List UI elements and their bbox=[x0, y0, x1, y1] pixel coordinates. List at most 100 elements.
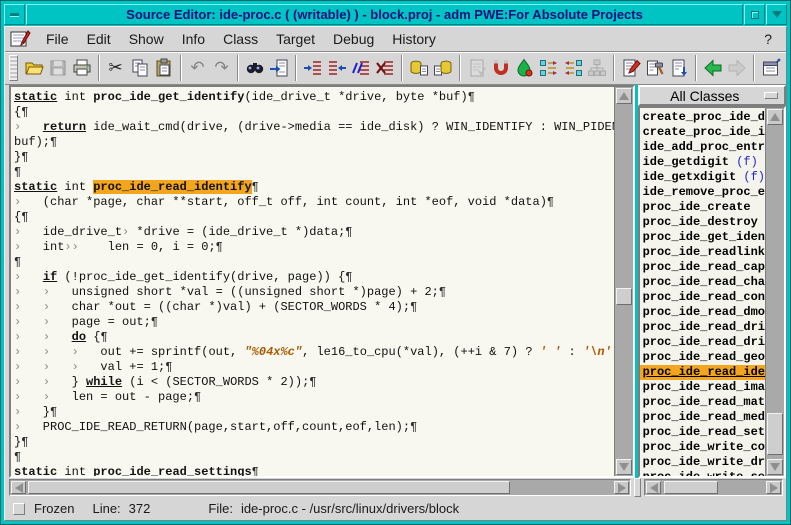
toolbar-button-cut[interactable]: ✂ bbox=[104, 55, 128, 81]
class-list-item[interactable]: proc_ide_get_iden bbox=[640, 230, 765, 245]
arrow-left-icon bbox=[15, 483, 23, 493]
class-list-item[interactable]: proc_ide_read_cha bbox=[640, 275, 765, 290]
toolbar-button-sort-right[interactable] bbox=[561, 55, 585, 81]
code-hscrollbar[interactable] bbox=[9, 479, 631, 496]
code-line: › › unsigned short *val = ((unsigned sho… bbox=[14, 285, 614, 300]
class-list-item[interactable]: ide_getxdigit (f) bbox=[640, 170, 765, 185]
menu-info[interactable]: Info bbox=[173, 29, 214, 49]
code-hscroll-thumb[interactable] bbox=[28, 481, 510, 494]
list-scroll-right-button[interactable] bbox=[766, 481, 781, 494]
class-list-item[interactable]: create_proc_ide_d bbox=[640, 110, 765, 125]
toolbar-button-comment[interactable] bbox=[349, 55, 373, 81]
class-list-item[interactable]: proc_ide_read_set bbox=[640, 425, 765, 440]
class-list-item[interactable]: proc_ide_create bbox=[640, 200, 765, 215]
code-scroll-left-button[interactable] bbox=[11, 481, 26, 494]
toolbar-button-magnet[interactable] bbox=[489, 55, 513, 81]
toolbar-button-doc-build[interactable] bbox=[643, 55, 667, 81]
toolbar-button-uncomment[interactable] bbox=[373, 55, 397, 81]
toolbar-button-save-file[interactable] bbox=[46, 55, 70, 81]
toolbar-button-indent-more[interactable] bbox=[301, 55, 325, 81]
frozen-toggle[interactable] bbox=[13, 503, 25, 515]
toolbar-button-sort-left[interactable] bbox=[537, 55, 561, 81]
code-line: › if (!proc_ide_get_identify(drive, page… bbox=[14, 270, 614, 285]
menu-file[interactable]: File bbox=[37, 29, 78, 49]
menu-history[interactable]: History bbox=[383, 29, 445, 49]
class-filter-dropdown[interactable]: All Classes bbox=[638, 85, 786, 106]
menu-show[interactable]: Show bbox=[120, 29, 173, 49]
code-scroll-up-button[interactable] bbox=[616, 88, 632, 104]
list-scroll-up-button[interactable] bbox=[767, 109, 783, 125]
maximize-icon bbox=[751, 11, 759, 19]
classes-panel: All Classes create_proc_ide_dcreate_proc… bbox=[638, 85, 786, 478]
class-list-item[interactable]: ide_getdigit (f) bbox=[640, 155, 765, 170]
toolbar-button-doc-edit[interactable] bbox=[619, 55, 643, 81]
class-list-item[interactable]: proc_ide_read_cap bbox=[640, 260, 765, 275]
class-list-item[interactable]: proc_ide_write_dr bbox=[640, 455, 765, 470]
toolbar-button-properties[interactable] bbox=[759, 55, 783, 81]
class-list-item[interactable]: proc_ide_write_co bbox=[640, 440, 765, 455]
toolbar-button-find[interactable] bbox=[243, 55, 267, 81]
list-scroll-left-button[interactable] bbox=[646, 481, 661, 494]
maximize-button[interactable] bbox=[744, 4, 765, 25]
toolbar-button-indent-less[interactable] bbox=[325, 55, 349, 81]
pane-sash[interactable] bbox=[634, 478, 641, 497]
menu-class[interactable]: Class bbox=[214, 29, 267, 49]
class-list-item[interactable]: ide_remove_proc_e bbox=[640, 185, 765, 200]
toolbar-button-paste[interactable] bbox=[152, 55, 176, 81]
list-vscrollbar[interactable] bbox=[765, 108, 784, 476]
code-vscroll-thumb[interactable] bbox=[616, 288, 632, 305]
class-list-item[interactable]: proc_ide_write_se bbox=[640, 470, 765, 476]
statusbar: Frozen Line: 372 File: ide-proc.c - /usr… bbox=[5, 497, 786, 520]
toolbar-button-redo[interactable]: ↷ bbox=[210, 55, 234, 81]
toolbar-button-copy[interactable] bbox=[128, 55, 152, 81]
class-list-item[interactable]: proc_ide_read_dri bbox=[640, 335, 765, 350]
class-list[interactable]: create_proc_ide_dcreate_proc_ide_iide_ad… bbox=[640, 108, 765, 476]
class-list-item[interactable]: proc_ide_read_dri bbox=[640, 320, 765, 335]
toolbar-button-forward[interactable] bbox=[725, 55, 749, 81]
class-list-item[interactable]: proc_ide_readlink bbox=[640, 245, 765, 260]
toolbar-button-back[interactable] bbox=[701, 55, 725, 81]
class-list-item[interactable]: proc_ide_read_ide bbox=[640, 365, 765, 380]
toolbar-button-doc-check[interactable] bbox=[465, 55, 489, 81]
menu-debug[interactable]: Debug bbox=[324, 29, 383, 49]
class-list-item[interactable]: proc_ide_read_ima bbox=[640, 380, 765, 395]
help-menu[interactable]: ? bbox=[756, 29, 780, 49]
toolbar-button-undo[interactable]: ↶ bbox=[186, 55, 210, 81]
list-hscroll-thumb[interactable] bbox=[664, 481, 718, 494]
source-editor-window: Source Editor: ide-proc.c ( (writable) )… bbox=[0, 0, 791, 525]
code-scroll-right-button[interactable] bbox=[614, 481, 629, 494]
class-list-item[interactable]: proc_ide_read_mat bbox=[640, 395, 765, 410]
toolbar-button-archive-copy[interactable] bbox=[407, 55, 431, 81]
list-vscroll-thumb[interactable] bbox=[767, 413, 783, 455]
class-list-item[interactable]: proc_ide_destroy bbox=[640, 215, 765, 230]
window-menu-button[interactable] bbox=[4, 4, 25, 25]
class-list-item[interactable]: proc_ide_read_con bbox=[640, 290, 765, 305]
menu-edit[interactable]: Edit bbox=[78, 29, 120, 49]
shade-button[interactable] bbox=[766, 4, 787, 25]
class-list-item[interactable]: create_proc_ide_i bbox=[640, 125, 765, 140]
toolbar-button-goto-line[interactable] bbox=[267, 55, 291, 81]
class-list-item[interactable]: ide_add_proc_entr bbox=[640, 140, 765, 155]
window-title: Source Editor: ide-proc.c ( (writable) )… bbox=[26, 4, 743, 25]
class-list-item[interactable]: proc_ide_read_med bbox=[640, 410, 765, 425]
list-hscrollbar[interactable] bbox=[644, 479, 783, 496]
code-scroll-down-button[interactable] bbox=[616, 459, 632, 475]
toolbar-separator bbox=[237, 55, 239, 81]
menu-target[interactable]: Target bbox=[267, 29, 324, 49]
list-scroll-down-button[interactable] bbox=[767, 459, 783, 475]
code-vscrollbar[interactable] bbox=[614, 87, 633, 476]
uncomment-icon bbox=[375, 58, 395, 78]
code-area[interactable]: static int proc_ide_get_identify(ide_dri… bbox=[11, 87, 614, 476]
class-list-item[interactable]: proc_ide_read_dmo bbox=[640, 305, 765, 320]
class-list-item[interactable]: proc_ide_read_geo bbox=[640, 350, 765, 365]
file-label: File: bbox=[208, 501, 233, 516]
toolbar-grip[interactable] bbox=[9, 55, 18, 81]
toolbar-button-water-drop[interactable] bbox=[513, 55, 537, 81]
horizontal-scroll-row bbox=[5, 478, 786, 497]
toolbar-button-hierarchy[interactable] bbox=[585, 55, 609, 81]
toolbar-button-print[interactable] bbox=[70, 55, 94, 81]
toolbar-button-archive-add[interactable] bbox=[431, 55, 455, 81]
toolbar-button-doc-down[interactable] bbox=[667, 55, 691, 81]
arrow-right-icon bbox=[770, 483, 778, 493]
toolbar-button-open-file[interactable] bbox=[22, 55, 46, 81]
